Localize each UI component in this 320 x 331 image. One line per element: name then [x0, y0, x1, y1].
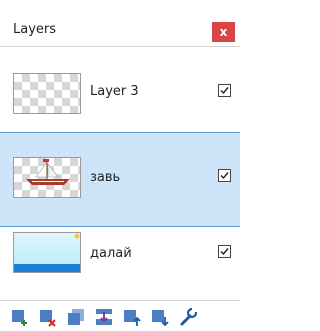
layer-properties-button[interactable]: [178, 307, 198, 327]
close-button[interactable]: x: [212, 22, 235, 42]
layer-visibility-checkbox[interactable]: [218, 245, 231, 258]
delete-layer-button[interactable]: [38, 307, 58, 327]
layer-name: далай: [90, 246, 132, 261]
layer-name: Layer 3: [90, 84, 139, 99]
layer-visibility-checkbox[interactable]: [218, 84, 231, 97]
panel-title: Layers: [13, 22, 57, 37]
checkmark-icon: [220, 248, 229, 256]
layer-thumbnail: [13, 232, 81, 273]
checkmark-icon: [220, 172, 229, 180]
panel-titlebar: Layers x: [0, 0, 240, 47]
layer-item-sea[interactable]: далай: [0, 204, 240, 299]
duplicate-layer-icon: [68, 309, 84, 325]
layer-properties-icon: [180, 307, 198, 326]
boat-icon: [26, 159, 70, 185]
sea-icon: [14, 233, 80, 272]
add-layer-icon: [12, 310, 27, 326]
delete-layer-icon: [40, 310, 56, 327]
checkmark-icon: [220, 87, 229, 95]
layer-thumbnail: [13, 73, 81, 114]
move-layer-up-button[interactable]: [122, 307, 142, 327]
merge-layer-down-button[interactable]: [94, 307, 114, 327]
layer-thumbnail: [13, 157, 81, 198]
merge-layer-down-icon: [96, 309, 112, 325]
layer-visibility-checkbox[interactable]: [218, 169, 231, 182]
layers-toolbar: [0, 300, 240, 330]
move-layer-down-button[interactable]: [150, 307, 170, 327]
layers-panel: Layers x Layer 3 завь далай: [0, 0, 240, 330]
move-layer-down-icon: [152, 310, 169, 327]
layer-item-layer-3[interactable]: Layer 3: [0, 47, 240, 142]
layer-name: завь: [90, 170, 121, 185]
duplicate-layer-button[interactable]: [66, 307, 86, 327]
move-layer-up-icon: [124, 310, 141, 326]
add-layer-button[interactable]: [10, 307, 30, 327]
close-icon: x: [219, 25, 228, 39]
